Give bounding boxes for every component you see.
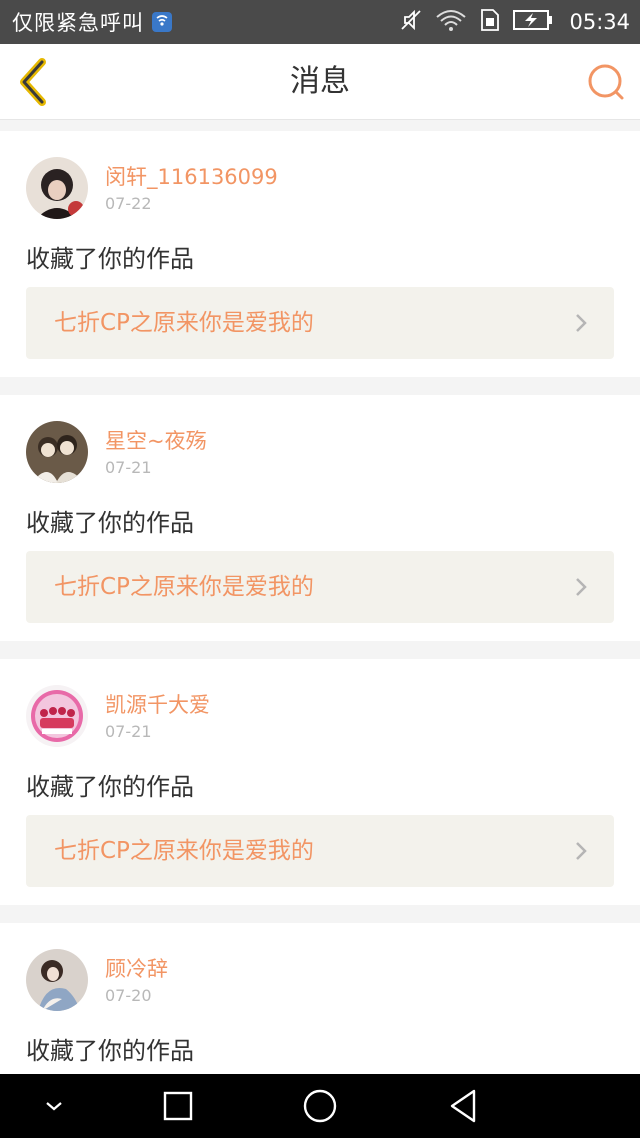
chevron-right-icon — [576, 578, 587, 596]
username[interactable]: 闵轩_116136099 — [105, 161, 278, 191]
message-list: 闵轩_116136099 07-22 收藏了你的作品 七折CP之原来你是爱我的 — [0, 131, 640, 1138]
battery-charging-icon — [513, 9, 553, 35]
recents-icon[interactable] — [158, 1086, 198, 1126]
network-badge-icon — [152, 12, 172, 32]
message-date: 07-21 — [105, 458, 152, 477]
carrier-label: 仅限紧急呼叫 — [12, 11, 144, 35]
message-date: 07-21 — [105, 722, 152, 741]
status-time: 05:34 — [569, 10, 630, 34]
username[interactable]: 凯源千大爱 — [105, 689, 210, 719]
mute-icon — [399, 8, 423, 36]
avatar-dark-hair-icon[interactable] — [26, 157, 88, 219]
header: 消息 — [0, 44, 640, 120]
status-icons: 05:34 — [399, 8, 630, 36]
navigation-bar — [0, 1074, 640, 1138]
page-title: 消息 — [290, 64, 350, 99]
avatar-group-pink-icon[interactable] — [26, 685, 88, 747]
chevron-left-icon — [20, 58, 46, 106]
message-card: 闵轩_116136099 07-22 收藏了你的作品 七折CP之原来你是爱我的 — [0, 131, 640, 377]
sim-icon — [479, 8, 501, 36]
work-link[interactable]: 七折CP之原来你是爱我的 — [26, 287, 614, 359]
message-date: 07-20 — [105, 986, 152, 1005]
collapse-icon[interactable] — [34, 1086, 74, 1126]
action-text: 收藏了你的作品 — [26, 245, 194, 273]
message-card: 凯源千大爱 07-21 收藏了你的作品 七折CP之原来你是爱我的 — [0, 659, 640, 905]
action-text: 收藏了你的作品 — [26, 1037, 194, 1065]
action-text: 收藏了你的作品 — [26, 509, 194, 537]
search-icon — [588, 64, 624, 100]
chevron-right-icon — [576, 842, 587, 860]
message-card: 星空~夜殇 07-21 收藏了你的作品 七折CP之原来你是爱我的 — [0, 395, 640, 641]
back-icon[interactable] — [444, 1086, 484, 1126]
home-icon[interactable] — [300, 1086, 340, 1126]
username[interactable]: 顾冷辞 — [105, 953, 168, 983]
work-link[interactable]: 七折CP之原来你是爱我的 — [26, 815, 614, 887]
search-button[interactable] — [584, 60, 628, 104]
avatar-couple-photo-icon[interactable] — [26, 421, 88, 483]
chevron-right-icon — [576, 314, 587, 332]
work-title: 七折CP之原来你是爱我的 — [54, 310, 314, 336]
work-link[interactable]: 七折CP之原来你是爱我的 — [26, 551, 614, 623]
back-button[interactable] — [10, 56, 58, 108]
work-title: 七折CP之原来你是爱我的 — [54, 838, 314, 864]
action-text: 收藏了你的作品 — [26, 773, 194, 801]
wifi-icon — [435, 8, 467, 36]
screen: 仅限紧急呼叫 05:34 消息 闵轩_116136099 07-22 收藏了你的… — [0, 0, 640, 1138]
status-bar: 仅限紧急呼叫 05:34 — [0, 0, 640, 44]
avatar-girl-sitting-icon[interactable] — [26, 949, 88, 1011]
username[interactable]: 星空~夜殇 — [105, 425, 207, 455]
message-date: 07-22 — [105, 194, 152, 213]
work-title: 七折CP之原来你是爱我的 — [54, 574, 314, 600]
